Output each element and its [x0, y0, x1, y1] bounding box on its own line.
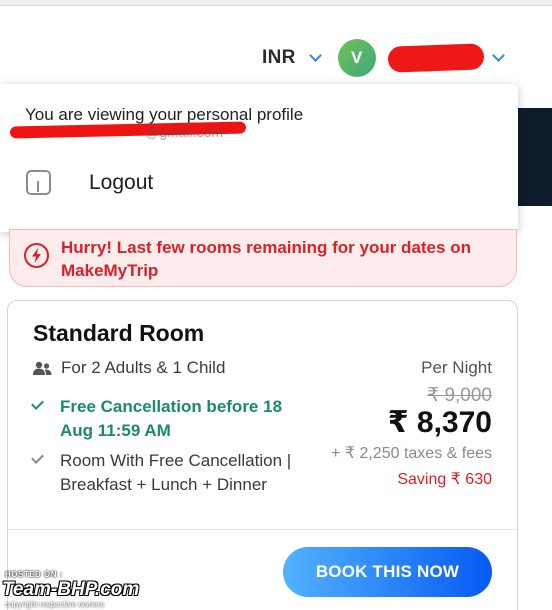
taxes-and-fees: + ₹ 2,250 taxes & fees	[331, 445, 492, 462]
final-price: ₹ 8,370	[387, 406, 492, 439]
profile-dropdown: You are viewing your personal profile @g…	[0, 84, 518, 232]
currency-chevron-down-icon[interactable]	[308, 49, 322, 62]
room-title: Standard Room	[33, 320, 205, 346]
occupancy-text: For 2 Adults & 1 Child	[61, 358, 226, 377]
header-account-bar: INR V	[262, 36, 505, 80]
guests-icon	[33, 361, 52, 375]
redacted-username[interactable]	[387, 43, 485, 73]
avatar[interactable]: V	[337, 39, 376, 77]
lightning-icon	[24, 243, 49, 268]
currency-selector[interactable]: INR	[262, 47, 296, 69]
background-banner-edge	[512, 108, 552, 206]
check-icon	[31, 451, 44, 464]
logout-label: Logout	[89, 170, 154, 194]
check-icon	[31, 397, 44, 410]
watermark: HOSTED ON : Team-BHP.com copyright respe…	[2, 570, 197, 610]
feature-text: Free Cancellation before 18 Aug 11:59 AM	[60, 397, 283, 440]
availability-alert: Hurry! Last few rooms remaining for your…	[9, 229, 517, 287]
feature-text: Room With Free Cancellation | Breakfast …	[60, 451, 292, 494]
account-chevron-down-icon[interactable]	[491, 49, 505, 62]
feature-meal-plan: Room With Free Cancellation | Breakfast …	[31, 449, 305, 497]
room-card: Standard Room For 2 Adults & 1 Child Per…	[7, 300, 518, 610]
original-price: ₹ 9,000	[427, 385, 492, 406]
email-partial: @gmail.com	[145, 124, 224, 140]
book-now-button[interactable]: BOOK THIS NOW	[283, 547, 492, 597]
occupancy: For 2 Adults & 1 Child	[33, 358, 225, 378]
redacted-email: @gmail.com	[9, 121, 247, 142]
watermark-hosted-on: HOSTED ON :	[5, 570, 63, 579]
feature-free-cancellation: Free Cancellation before 18 Aug 11:59 AM	[31, 395, 300, 443]
per-night-label: Per Night	[421, 358, 492, 377]
divider	[8, 529, 517, 530]
watermark-logo: Team-BHP.com	[2, 579, 140, 600]
top-border	[0, 0, 552, 6]
saving-amount: Saving ₹ 630	[397, 471, 492, 488]
alert-text: Hurry! Last few rooms remaining for your…	[61, 238, 471, 280]
logout-menu-item[interactable]: Logout	[26, 170, 153, 195]
logout-icon	[26, 170, 51, 195]
watermark-copyright: copyright respective owners	[5, 600, 105, 609]
